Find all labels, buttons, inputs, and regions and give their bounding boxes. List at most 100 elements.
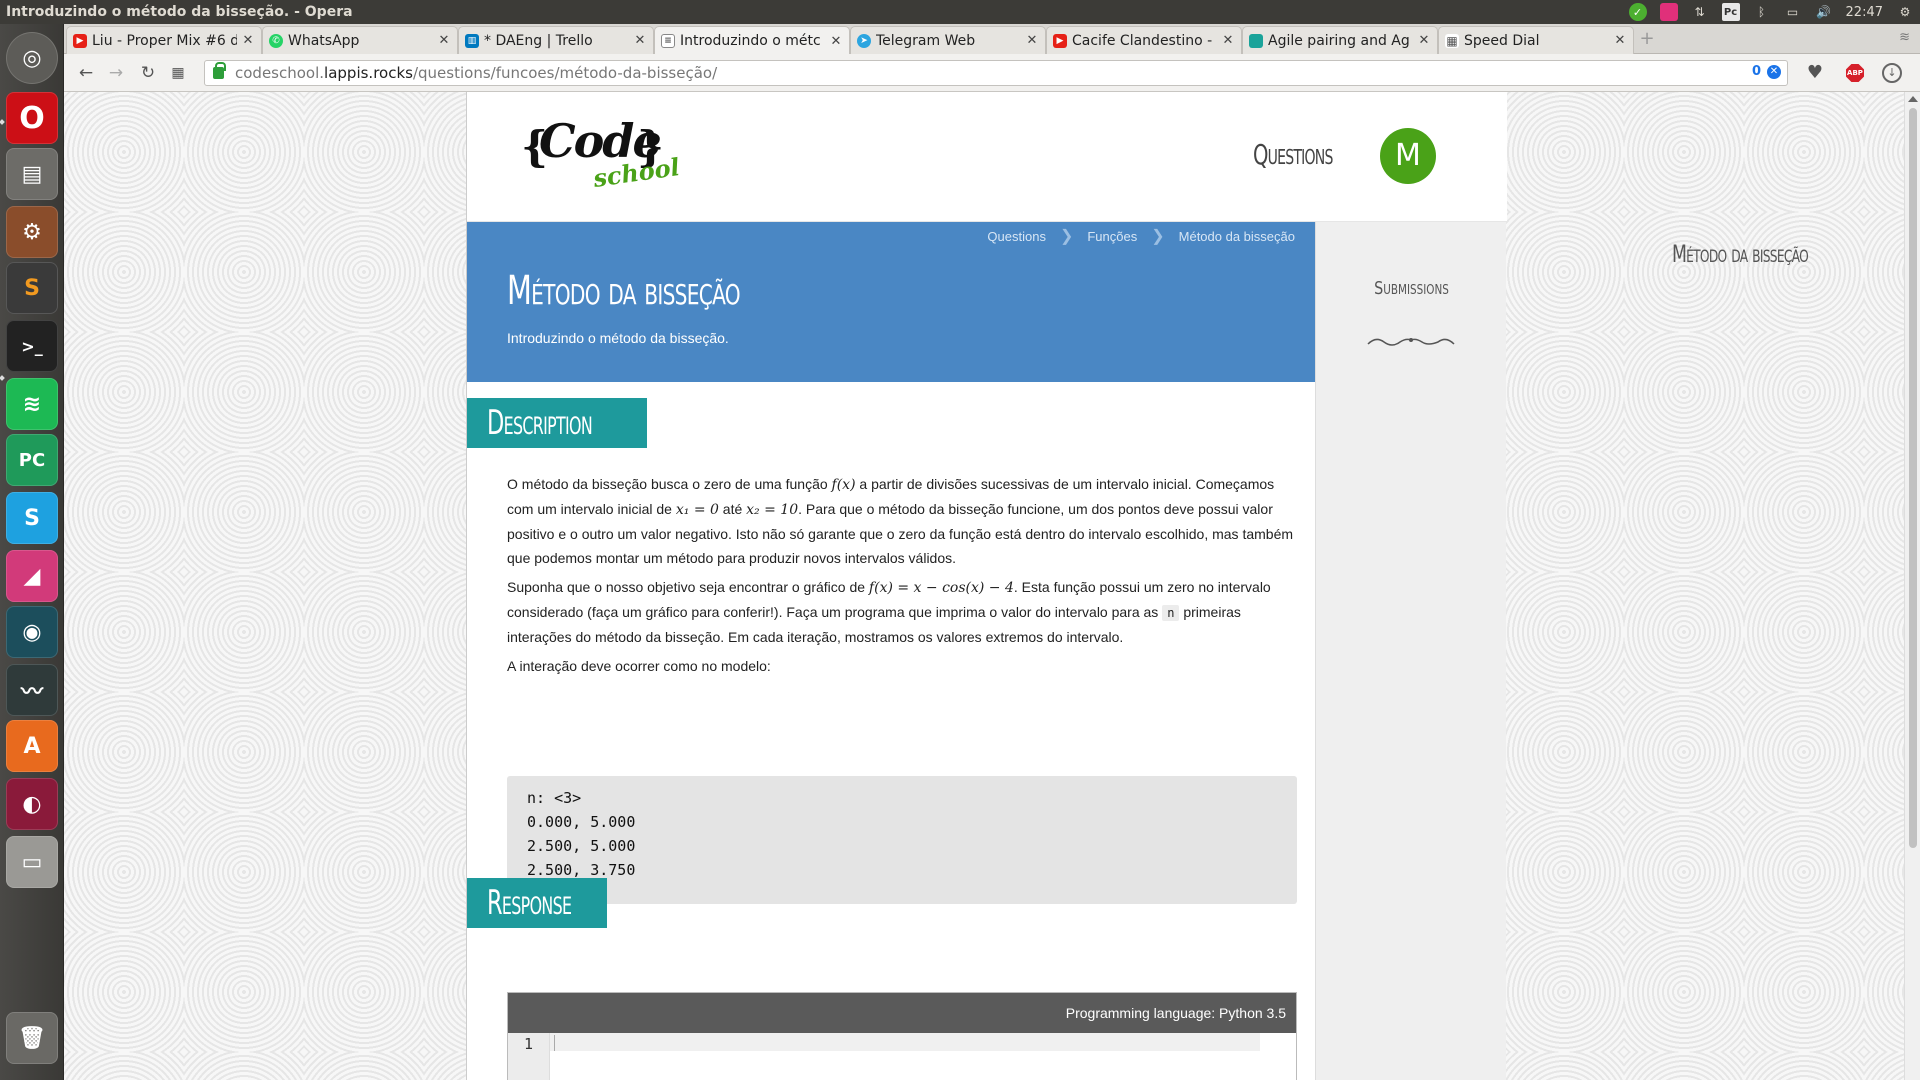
lock-icon [213, 62, 226, 79]
youtube-icon: ▶ [73, 33, 87, 48]
speed-dial-icon: ▦ [1445, 33, 1459, 48]
gitkraken-icon[interactable]: ◢ [6, 550, 58, 602]
nav-questions-link[interactable]: Questions [1253, 138, 1333, 171]
response-heading: Response [467, 878, 607, 928]
drive-icon[interactable]: ▭ [6, 836, 58, 888]
chevron-right-icon: ❯ [1059, 228, 1074, 245]
system-settings-icon[interactable]: ⚙ [6, 206, 58, 258]
tab[interactable]: ▥ * DAEng | Trello ✕ [458, 26, 654, 54]
text-caret [554, 1035, 555, 1051]
forward-icon[interactable]: → [106, 63, 126, 83]
trash-icon[interactable]: 🗑 [6, 1012, 58, 1064]
tab[interactable]: ▶ Liu - Proper Mix #6 d ✕ [66, 26, 262, 54]
example-line: n: <3> [527, 789, 582, 807]
description-paragraph: A interação deve ocorrer como no modelo: [507, 658, 771, 674]
scroll-up-icon[interactable] [1908, 96, 1918, 102]
spotify-icon[interactable]: ≋ [6, 378, 58, 430]
text: O método da bisseção busca o zero de uma… [507, 476, 832, 492]
close-icon[interactable]: ✕ [1221, 33, 1235, 48]
tab[interactable]: ✆ WhatsApp ✕ [262, 26, 458, 54]
bookmark-heart-icon[interactable]: ♥ [1804, 62, 1826, 84]
tab-menu-icon[interactable]: ≋ [1899, 30, 1910, 45]
document-icon: ≡ [661, 34, 675, 48]
breadcrumb-current[interactable]: Método da bisseção [1179, 229, 1295, 244]
close-icon[interactable]: ✕ [829, 34, 843, 49]
sync-status-icon[interactable]: ✓ [1628, 3, 1647, 21]
close-icon[interactable]: ✕ [241, 33, 255, 48]
terminal-icon[interactable]: >_ [6, 320, 58, 372]
close-icon[interactable]: ✕ [1417, 33, 1431, 48]
avatar[interactable]: M [1380, 128, 1436, 184]
tab[interactable]: ▶ Cacife Clandestino - ✕ [1046, 26, 1242, 54]
glade-icon[interactable]: ◉ [6, 606, 58, 658]
system-top-panel: Introduzindo o método da bisseção. - Ope… [0, 0, 1920, 24]
page-scrollbar[interactable] [1904, 92, 1920, 1080]
network-arrows-icon[interactable]: ⇅ [1691, 3, 1709, 21]
inline-code-n: n [1162, 605, 1180, 621]
pycharm-icon[interactable]: PC [6, 434, 58, 486]
telegram-icon: ➤ [857, 33, 871, 48]
battery-icon[interactable]: ▭ [1784, 3, 1802, 21]
app-indicator-icon[interactable] [1659, 3, 1678, 21]
software-center-icon[interactable]: A [6, 720, 58, 772]
tab-active[interactable]: ≡ Introduzindo o métc ✕ [654, 26, 850, 55]
running-indicator [0, 375, 5, 381]
main-content: Description O método da bisseção busca o… [467, 382, 1315, 1080]
text: até [718, 501, 747, 517]
sidebar-link-submissions[interactable]: Submissions [1335, 278, 1488, 299]
bluetooth-icon[interactable]: ᛒ [1753, 3, 1771, 21]
files-icon[interactable]: ▤ [6, 148, 58, 200]
system-monitor-icon[interactable]: 〰 [6, 664, 58, 716]
volume-icon[interactable]: 🔊 [1815, 3, 1833, 21]
description-heading-text: Description [487, 403, 593, 443]
download-icon[interactable]: ↓ [1882, 63, 1902, 83]
close-icon[interactable]: ✕ [437, 33, 451, 48]
language-selector[interactable]: Programming language: Python 3.5 [508, 993, 1296, 1033]
url-host: lappis.rocks [324, 64, 413, 82]
breadcrumb: Questions ❯ Funções ❯ Método da bisseção [987, 226, 1295, 246]
skype-icon[interactable]: S [6, 492, 58, 544]
code-editor[interactable]: Programming language: Python 3.5 1 [507, 992, 1297, 1080]
description-paragraph: Suponha que o nosso objetivo seja encont… [507, 575, 1297, 649]
sidebar-link-question[interactable]: Método da bisseção [1435, 240, 1904, 938]
description-body: O método da bisseção busca o zero de uma… [507, 472, 1297, 683]
new-tab-icon[interactable]: + [1638, 30, 1656, 48]
ubuntu-dash-icon[interactable]: ◎ [6, 32, 58, 84]
tab[interactable]: ➤ Telegram Web ✕ [850, 26, 1046, 54]
scrollbar-thumb[interactable] [1909, 108, 1917, 848]
url-path: /questions/funcoes/método-da-bisseção/ [412, 64, 718, 82]
app-icon[interactable]: ◐ [6, 778, 58, 830]
active-code-line[interactable] [550, 1033, 1260, 1051]
tab[interactable]: ▦ Speed Dial ✕ [1438, 26, 1634, 54]
close-icon[interactable]: ✕ [1613, 33, 1627, 48]
tab[interactable]: Agile pairing and Ag ✕ [1242, 26, 1438, 54]
trello-icon: ▥ [465, 33, 479, 48]
flourish-ornament [1367, 338, 1455, 346]
description-heading: Description [467, 398, 647, 448]
tab-label: Cacife Clandestino - [1072, 32, 1213, 49]
browser-toolbar: ← → ↻ ▦ codeschool. lappis.rocks/question… [64, 54, 1920, 92]
speed-dial-grid-icon[interactable]: ▦ [168, 63, 188, 83]
opera-icon[interactable]: O [6, 92, 58, 144]
ghostery-icon[interactable]: ✕ [1767, 64, 1781, 79]
close-icon[interactable]: ✕ [633, 33, 647, 48]
tab-label: * DAEng | Trello [484, 32, 593, 49]
breadcrumb-funcoes[interactable]: Funções [1087, 229, 1137, 244]
back-icon[interactable]: ← [76, 63, 96, 83]
clock[interactable]: 22:47 [1846, 5, 1883, 20]
tracker-count: 0 [1751, 64, 1761, 79]
breadcrumb-questions[interactable]: Questions [987, 229, 1046, 244]
gear-icon[interactable]: ⚙ [1896, 3, 1914, 21]
pycharm-tray-icon[interactable]: Pc [1721, 3, 1740, 21]
page-title: Método da bisseção [507, 268, 741, 314]
codeschool-logo[interactable]: { Code } school [521, 114, 681, 194]
sublime-text-icon[interactable]: S [6, 262, 58, 314]
example-line: 0.000, 5.000 [527, 813, 636, 831]
window-title: Introduzindo o método da bisseção. - Ope… [6, 4, 353, 20]
address-bar[interactable]: codeschool. lappis.rocks/questions/funcoe… [204, 60, 1788, 86]
sidebar: Método da bisseção Submissions [1315, 222, 1809, 1080]
reload-icon[interactable]: ↻ [138, 63, 158, 83]
title-banner: Questions ❯ Funções ❯ Método da bisseção… [467, 222, 1315, 382]
close-icon[interactable]: ✕ [1025, 33, 1039, 48]
adblock-icon[interactable]: ABP [1846, 64, 1864, 82]
